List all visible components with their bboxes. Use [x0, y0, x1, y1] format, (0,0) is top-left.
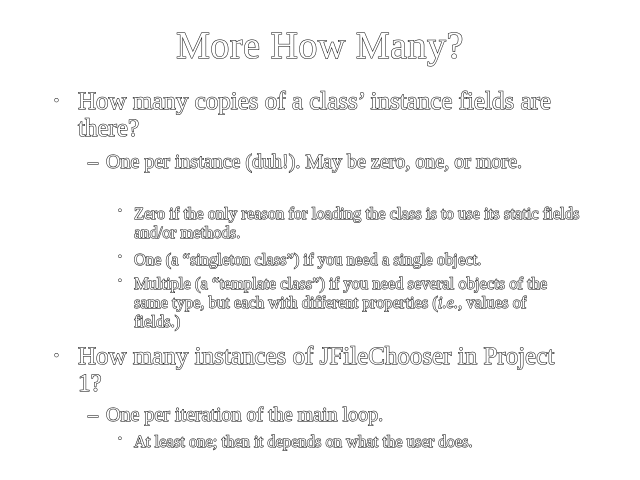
bullet-marker: •: [54, 349, 60, 365]
bullet-marker: •: [118, 433, 123, 446]
sub-sub-bullet-text: Multiple (a “template class”) if you nee…: [133, 274, 548, 332]
bullet-marker: •: [118, 205, 123, 218]
slide-title: More How Many?: [176, 25, 464, 68]
sub-sub-bullet-text: Zero if the only reason for loading the …: [134, 204, 580, 243]
bullet-marker: •: [118, 275, 123, 288]
bullet-text: How many instances of JFileChooser in Pr…: [78, 343, 555, 398]
dash-marker: –: [88, 151, 99, 174]
sub-sub-bullet-text: At least one; then it depends on what th…: [134, 432, 474, 452]
dash-marker: –: [88, 404, 99, 427]
sub-bullet-text: One per instance (duh!). May be zero, on…: [106, 151, 523, 174]
sub-bullet-text: One per iteration of the main loop.: [106, 404, 384, 427]
sub-sub-bullet-text: One (a “singleton class”) if you need a …: [134, 250, 482, 270]
bullet-marker: •: [54, 94, 60, 110]
bullet-marker: •: [118, 251, 123, 264]
bullet-text: How many copies of a class’ instance fie…: [78, 88, 552, 143]
